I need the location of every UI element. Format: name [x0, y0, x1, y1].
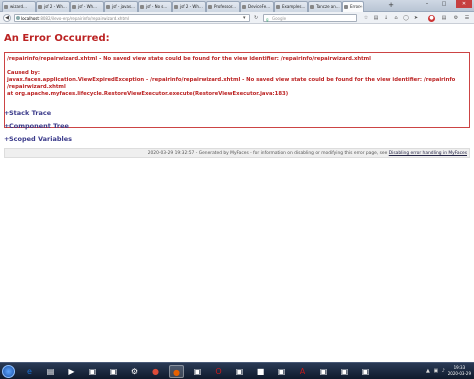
tab-label: jsf 2 - Wh...	[180, 4, 203, 9]
google-icon	[208, 5, 212, 9]
browser-tab[interactable]: jsf 2 - Wh...	[36, 1, 70, 12]
tab-label: Examples...	[282, 4, 306, 9]
google-search-icon: g	[266, 17, 269, 22]
error-box: /repairinfo/repairwizard.xhtml - No save…	[4, 52, 470, 128]
share-icon[interactable]: ➤	[412, 14, 420, 22]
browser-tab[interactable]: jsf 2 - Wh...	[172, 1, 206, 12]
site-info-icon[interactable]	[16, 16, 20, 20]
tab-label: jsf - No s...	[146, 4, 168, 9]
section-label: Stack Trace	[9, 109, 52, 117]
page-title: An Error Occurred:	[4, 33, 110, 44]
page-icon	[4, 5, 8, 9]
clock-date: 2020-03-29	[447, 371, 471, 376]
close-tab-icon[interactable]: ×	[359, 2, 362, 12]
app-icon[interactable]: ▣	[190, 365, 205, 378]
browser-tab[interactable]: Professor...	[206, 1, 240, 12]
stack-trace-toggle[interactable]: +Stack Trace	[4, 109, 51, 117]
disabling-error-handling-link[interactable]: Disabling error handling in MyFaces	[389, 151, 467, 156]
minimize-button[interactable]: –	[420, 0, 434, 8]
page-icon	[344, 5, 348, 9]
addon-icon[interactable]: ●	[428, 15, 435, 22]
taskbar: ▲ ▣ ♪ 19:33 2020-03-29 e ▤ ▶ ▣ ▣ ⚙ ● ● ▣ O ▣ ■ ▣ A ▣ ▣ ▣	[0, 362, 474, 379]
app-icon[interactable]: ▣	[316, 365, 331, 378]
stackoverflow-icon	[106, 5, 110, 9]
error-message: /repairinfo/repairwizard.xhtml - No save…	[7, 56, 372, 62]
app-icon[interactable]: ▣	[85, 365, 100, 378]
page-content: An Error Occurred: /repairinfo/repairwiz…	[0, 25, 474, 362]
back-arrow-icon: ◀	[5, 15, 9, 21]
close-window-button[interactable]: ✕	[456, 0, 472, 8]
media-icon[interactable]: ▶	[64, 365, 79, 378]
firefox-icon[interactable]: ●	[169, 365, 184, 378]
navigation-bar: ◀ localhost:8082/ilevo-erp/repairinfo/re…	[0, 12, 474, 24]
tab-label: Professor...	[214, 4, 236, 9]
dropdown-arrow-icon[interactable]: ▾	[243, 15, 246, 21]
tab-label: DeviceFe...	[248, 4, 271, 9]
tab-label: Tancze an...	[316, 4, 340, 9]
tab-label: jsf - Wh...	[78, 4, 97, 9]
home-icon[interactable]: ⌂	[392, 14, 400, 22]
address-bar[interactable]: localhost:8082/ilevo-erp/repairinfo/repa…	[14, 14, 250, 22]
clock[interactable]: 19:33 2020-03-29	[448, 365, 471, 377]
url-path: :8082/ilevo-erp/repairinfo/repairwizard.…	[38, 16, 130, 21]
page-icon	[242, 5, 246, 9]
menu-icon[interactable]: ☰	[463, 14, 471, 22]
section-label: Component Tree	[9, 122, 69, 130]
scoped-variables-toggle[interactable]: +Scoped Variables	[4, 135, 72, 143]
chrome-icon[interactable]: ●	[148, 365, 163, 378]
page-icon	[276, 5, 280, 9]
tab-label: jsf - javas...	[112, 4, 135, 9]
addon-icon[interactable]: ⚙	[452, 14, 460, 22]
footer: 2020-03-29 19:32:57 - Generated by MyFac…	[4, 148, 470, 158]
opera-icon[interactable]: O	[211, 365, 226, 378]
new-tab-button[interactable]: +	[387, 2, 395, 10]
browser-tab[interactable]: DeviceFe...	[240, 1, 274, 12]
cause-line: at org.apache.myfaces.lifecycle.RestoreV…	[7, 91, 289, 97]
browser-tab[interactable]: Error -...×	[342, 1, 364, 12]
app-icon[interactable]: ▣	[232, 365, 247, 378]
back-button[interactable]: ◀	[3, 14, 11, 22]
stackoverflow-icon	[72, 5, 76, 9]
cause-line: javax.faces.application.ViewExpiredExcep…	[7, 77, 456, 83]
app-icon[interactable]: ▣	[106, 365, 121, 378]
app-icon[interactable]: ▣	[337, 365, 352, 378]
browser-tab[interactable]: jsf - javas...	[104, 1, 138, 12]
browser-tab[interactable]: wizard...	[2, 1, 36, 12]
tab-label: jsf 2 - Wh...	[44, 4, 67, 9]
search-placeholder: Google	[272, 16, 287, 21]
component-tree-toggle[interactable]: +Component Tree	[4, 122, 69, 130]
search-input[interactable]: g Google	[263, 14, 357, 22]
terminal-icon[interactable]: ■	[253, 365, 268, 378]
stackoverflow-icon	[174, 5, 178, 9]
system-tray-icons[interactable]: ▲ ▣ ♪	[426, 368, 446, 374]
star-icon[interactable]: ☆	[362, 14, 370, 22]
reload-icon[interactable]: ↻	[254, 15, 258, 21]
page-icon	[310, 5, 314, 9]
folder-icon[interactable]: ▤	[43, 365, 58, 378]
footer-text: 2020-03-29 19:32:57 - Generated by MyFac…	[147, 151, 389, 156]
maximize-button[interactable]: □	[437, 0, 451, 8]
browser-tab[interactable]: Tancze an...	[308, 1, 342, 12]
browser-tab-strip: + – □ ✕ wizard... jsf 2 - Wh... jsf - Wh..…	[0, 0, 474, 12]
cause-heading: Caused by:	[7, 70, 40, 76]
settings-icon[interactable]: ⚙	[127, 365, 142, 378]
app-icon[interactable]: ▣	[358, 365, 373, 378]
addon-icon[interactable]: ▤	[440, 14, 448, 22]
browser-tab[interactable]: Examples...	[274, 1, 308, 12]
pocket-icon[interactable]: ◯	[402, 14, 410, 22]
ie-icon[interactable]: e	[22, 365, 37, 378]
download-icon[interactable]: ↓	[382, 14, 390, 22]
stackoverflow-icon	[140, 5, 144, 9]
url-host: localhost	[21, 16, 39, 21]
tab-label: wizard...	[10, 4, 27, 9]
bookmarks-icon[interactable]: ▤	[372, 14, 380, 22]
app-icon[interactable]: ▣	[274, 365, 289, 378]
stackoverflow-icon	[38, 5, 42, 9]
section-label: Scoped Variables	[9, 135, 73, 143]
start-button[interactable]	[2, 365, 15, 378]
cause-line: /repairwizard.xhtml	[7, 84, 66, 90]
browser-tab[interactable]: jsf - Wh...	[70, 1, 104, 12]
pdf-icon[interactable]: A	[295, 365, 310, 378]
browser-tab[interactable]: jsf - No s...	[138, 1, 172, 12]
